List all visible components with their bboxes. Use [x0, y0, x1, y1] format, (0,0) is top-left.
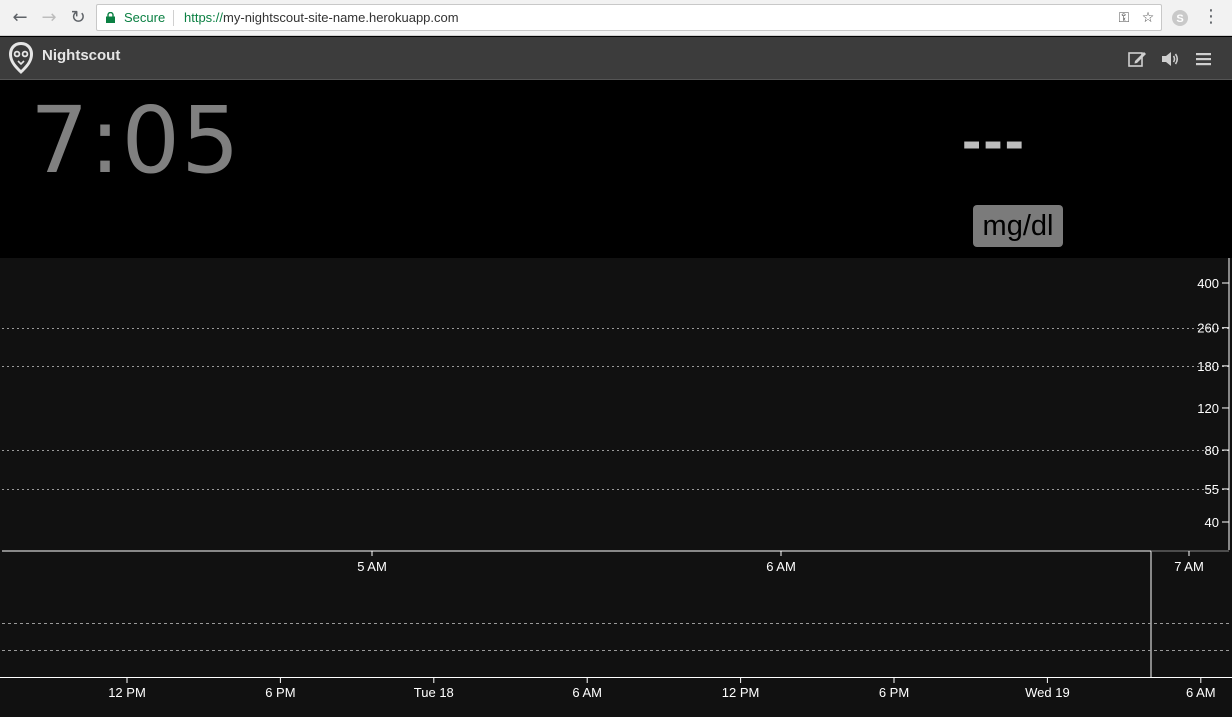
star-icon[interactable]: ☆	[1138, 8, 1158, 28]
address-bar[interactable]: Secure https://my-nightscout-site-name.h…	[96, 4, 1162, 31]
y-tick-label: 400	[1197, 276, 1219, 291]
nightscout-logo-icon	[9, 42, 33, 74]
overview-tick-label: 6 AM	[1186, 685, 1216, 700]
glucose-chart-svg: 400 260 180 120 80 55 40 5 AM 6 AM 7 AM 12 PM 6 P…	[0, 258, 1232, 700]
y-tick-label: 120	[1197, 401, 1219, 416]
y-tick-label: 40	[1205, 515, 1219, 530]
x-tick-label: 7 AM	[1174, 559, 1204, 574]
y-axis-ticks: 400 260 180 120 80 55 40	[1197, 276, 1229, 530]
forward-arrow-icon[interactable]: →	[37, 6, 61, 30]
reload-icon[interactable]: ↻	[66, 6, 90, 30]
back-arrow-icon[interactable]: ←	[8, 6, 32, 30]
threshold-lines	[2, 328, 1229, 490]
glucose-chart-area: 400 260 180 120 80 55 40 5 AM 6 AM 7 AM 12 PM 6 P…	[0, 258, 1232, 717]
y-tick-label: 260	[1197, 321, 1219, 336]
url-scheme: https://	[184, 10, 224, 25]
browser-toolbar: ← → ↻ Secure https://my-nightscout-site-…	[0, 0, 1232, 36]
browser-menu-icon[interactable]: ⋮	[1202, 6, 1220, 27]
focus-window[interactable]	[2, 550, 1152, 677]
overview-tick-label: 6 AM	[572, 685, 602, 700]
overview-tick-label: Wed 19	[1025, 685, 1070, 700]
url-text[interactable]: https://my-nightscout-site-name.herokuap…	[184, 10, 459, 25]
skype-extension-icon[interactable]: S	[1168, 6, 1192, 30]
y-tick-label: 180	[1197, 359, 1219, 374]
hamburger-menu-icon[interactable]	[1193, 48, 1215, 70]
y-tick-label: 55	[1205, 482, 1219, 497]
current-time: 7:05	[30, 87, 241, 194]
overview-tick-label: 12 PM	[108, 685, 146, 700]
key-icon[interactable]: ⚿	[1114, 8, 1134, 28]
y-tick-label: 80	[1205, 443, 1219, 458]
overview-tick-label: 6 PM	[265, 685, 295, 700]
speaker-icon[interactable]	[1159, 48, 1181, 70]
address-separator	[173, 10, 174, 26]
current-bg-value: ---	[962, 108, 1026, 173]
units-badge: mg/dl	[973, 205, 1063, 247]
lock-icon	[106, 12, 115, 23]
x-tick-label: 6 AM	[766, 559, 796, 574]
secure-label: Secure	[124, 10, 166, 25]
status-display: 7:05 --- mg/dl	[0, 81, 1232, 258]
overview-tick-label: 6 PM	[879, 685, 909, 700]
edit-icon[interactable]	[1126, 48, 1148, 70]
svg-text:S: S	[1176, 13, 1183, 25]
app-title: Nightscout	[42, 47, 121, 64]
overview-x-axis-ticks: 12 PM 6 PM Tue 18 6 AM 12 PM 6 PM Wed 19 6 AM	[108, 677, 1216, 700]
url-host: my-nightscout-site-name.herokuapp.com	[223, 10, 459, 25]
app-header: Nightscout	[0, 37, 1232, 80]
overview-tick-label: 12 PM	[722, 685, 760, 700]
x-tick-label: 5 AM	[357, 559, 387, 574]
overview-threshold-lines	[2, 623, 1229, 651]
overview-tick-label: Tue 18	[414, 685, 454, 700]
main-x-axis-ticks: 5 AM 6 AM 7 AM	[357, 551, 1204, 574]
